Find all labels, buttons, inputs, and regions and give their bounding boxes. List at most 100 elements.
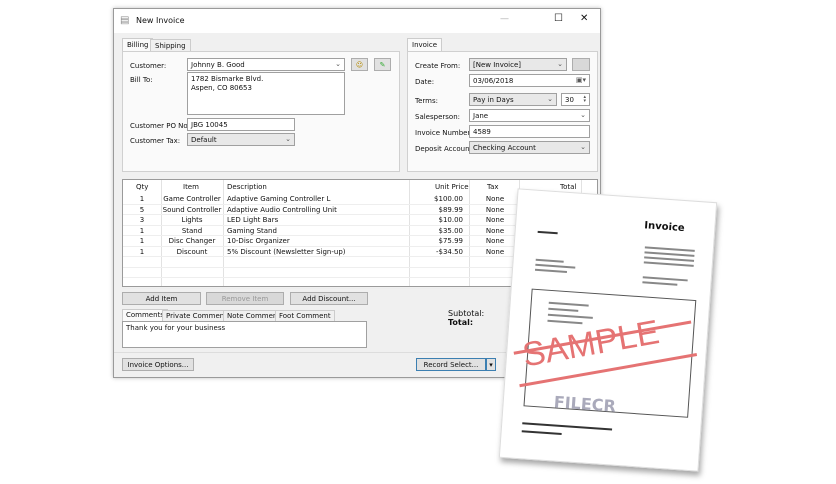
deposit-account-value: Checking Account	[473, 144, 536, 152]
close-button[interactable]: ✕	[580, 13, 588, 24]
cell-unit-price[interactable]: $100.00	[434, 195, 463, 203]
customer-combo[interactable]: Johnny B. Good ⌄	[187, 58, 345, 71]
chevron-down-icon: ⌄	[335, 60, 341, 68]
cell-tax[interactable]: None	[486, 227, 504, 235]
salesperson-select[interactable]: Jane ⌄	[469, 109, 590, 122]
cell-qty[interactable]: 1	[140, 248, 144, 256]
spinner-arrows-icon[interactable]: ▴ ▾	[583, 95, 586, 104]
cell-qty[interactable]: 1	[140, 195, 144, 203]
chevron-down-icon: ⌄	[285, 135, 291, 143]
po-label: Customer PO No.:	[130, 122, 193, 130]
cell-qty[interactable]: 1	[140, 237, 144, 245]
tab-foot-comment[interactable]: Foot Comment	[275, 310, 335, 321]
pencil-icon: ✎	[379, 61, 386, 69]
cell-item[interactable]: Lights	[181, 216, 202, 224]
terms-select[interactable]: Pay in Days ⌄	[469, 93, 557, 106]
tax-value: Default	[191, 136, 217, 144]
record-select-dropdown[interactable]: ▾	[486, 358, 496, 371]
cell-description[interactable]: 10-Disc Organizer	[227, 237, 290, 245]
bill-to-textarea[interactable]: 1782 Bismarke Blvd. Aspen, CO 80653	[187, 72, 345, 115]
date-label: Date:	[415, 78, 435, 86]
cell-tax[interactable]: None	[486, 195, 504, 203]
record-select-button[interactable]: Record Select...	[416, 358, 486, 371]
tab-invoice[interactable]: Invoice	[407, 38, 443, 52]
cell-unit-price[interactable]: $35.00	[439, 227, 464, 235]
invoice-number-input[interactable]: 4589	[469, 125, 590, 138]
chevron-down-icon: ⌄	[580, 111, 586, 119]
header-total[interactable]: Total	[560, 183, 576, 191]
comments-textarea[interactable]: Thank you for your business	[122, 321, 367, 348]
salesperson-value: Jane	[473, 112, 489, 120]
header-qty[interactable]: Qty	[136, 183, 148, 191]
bill-to-line1: 1782 Bismarke Blvd.	[191, 75, 264, 83]
subtotal-label: Subtotal:	[448, 309, 485, 318]
chevron-down-icon: ⌄	[557, 60, 563, 68]
cell-description[interactable]: Gaming Stand	[227, 227, 277, 235]
date-value: 03/06/2018	[473, 77, 514, 85]
deposit-account-select[interactable]: Checking Account ⌄	[469, 141, 590, 154]
create-from-select[interactable]: [New Invoice] ⌄	[469, 58, 567, 71]
terms-days-spinner[interactable]: 30 ▴ ▾	[561, 93, 590, 106]
cell-qty[interactable]: 1	[140, 227, 144, 235]
create-from-button[interactable]	[572, 58, 590, 71]
create-from-value: [New Invoice]	[473, 61, 521, 69]
cell-unit-price[interactable]: $10.00	[439, 216, 464, 224]
cell-item[interactable]: Disc Changer	[169, 237, 216, 245]
tax-label: Customer Tax:	[130, 137, 181, 145]
create-from-label: Create From:	[415, 62, 461, 70]
customer-lookup-button[interactable]: ☺	[351, 58, 368, 71]
terms-days-value: 30	[565, 96, 574, 104]
invoice-options-button[interactable]: Invoice Options...	[122, 358, 194, 371]
sample-invoice-printout: Invoice SAMPLE FILECR	[498, 188, 718, 472]
cell-item[interactable]: Game Controller	[163, 195, 221, 203]
remove-item-button[interactable]: Remove Item	[206, 292, 284, 305]
cell-unit-price[interactable]: $75.99	[439, 237, 464, 245]
chevron-down-icon: ⌄	[547, 95, 553, 103]
date-picker[interactable]: 03/06/2018 ▣▾	[469, 74, 590, 87]
cell-tax[interactable]: None	[486, 216, 504, 224]
po-input[interactable]: JBG 10045	[187, 118, 295, 131]
header-item[interactable]: Item	[183, 183, 199, 191]
maximize-button[interactable]: ☐	[554, 13, 563, 24]
customer-value: Johnny B. Good	[191, 61, 245, 69]
edit-customer-button[interactable]: ✎	[374, 58, 391, 71]
minimize-button[interactable]: —	[500, 14, 509, 24]
cell-description[interactable]: LED Light Bars	[227, 216, 278, 224]
cell-tax[interactable]: None	[486, 206, 504, 214]
customer-tax-select[interactable]: Default ⌄	[187, 133, 295, 146]
title-bar: ▤ New Invoice — ☐ ✕	[114, 9, 600, 33]
cell-item[interactable]: Sound Controller	[163, 206, 222, 214]
header-description[interactable]: Description	[227, 183, 267, 191]
cell-item[interactable]: Discount	[177, 248, 208, 256]
total-label: Total:	[448, 318, 474, 327]
cell-tax[interactable]: None	[486, 248, 504, 256]
add-item-button[interactable]: Add Item	[122, 292, 201, 305]
cell-item[interactable]: Stand	[182, 227, 202, 235]
cell-description[interactable]: Adaptive Audio Controlling Unit	[227, 206, 337, 214]
cell-description[interactable]: 5% Discount (Newsletter Sign-up)	[227, 248, 346, 256]
sample-invoice-title: Invoice	[643, 220, 686, 235]
header-tax[interactable]: Tax	[487, 183, 499, 191]
cell-description[interactable]: Adaptive Gaming Controller L	[227, 195, 330, 203]
bill-to-label: Bill To:	[130, 76, 153, 84]
filecr-watermark: FILECR	[553, 392, 617, 416]
invoice-panel: Create From: [New Invoice] ⌄ Date: 03/06/…	[407, 51, 598, 172]
salesperson-label: Salesperson:	[415, 113, 460, 121]
cell-unit-price[interactable]: -$34.50	[436, 248, 463, 256]
customer-label: Customer:	[130, 62, 167, 70]
add-discount-button[interactable]: Add Discount...	[290, 292, 368, 305]
terms-value: Pay in Days	[473, 96, 514, 104]
billing-panel: Customer: Johnny B. Good ⌄ ☺ ✎ Bill To: 1…	[122, 51, 400, 172]
header-unit-price[interactable]: Unit Price	[435, 183, 469, 191]
cell-tax[interactable]: None	[486, 237, 504, 245]
window-title: New Invoice	[136, 16, 185, 25]
tab-billing[interactable]: Billing	[122, 38, 154, 52]
terms-label: Terms:	[415, 97, 438, 105]
cell-unit-price[interactable]: $89.99	[439, 206, 464, 214]
deposit-account-label: Deposit Account:	[415, 145, 475, 153]
cell-qty[interactable]: 3	[140, 216, 144, 224]
bill-to-line2: Aspen, CO 80653	[191, 84, 252, 92]
caret-down-icon: ▾	[489, 361, 493, 369]
calendar-icon[interactable]: ▣▾	[576, 76, 586, 84]
cell-qty[interactable]: 5	[140, 206, 144, 214]
